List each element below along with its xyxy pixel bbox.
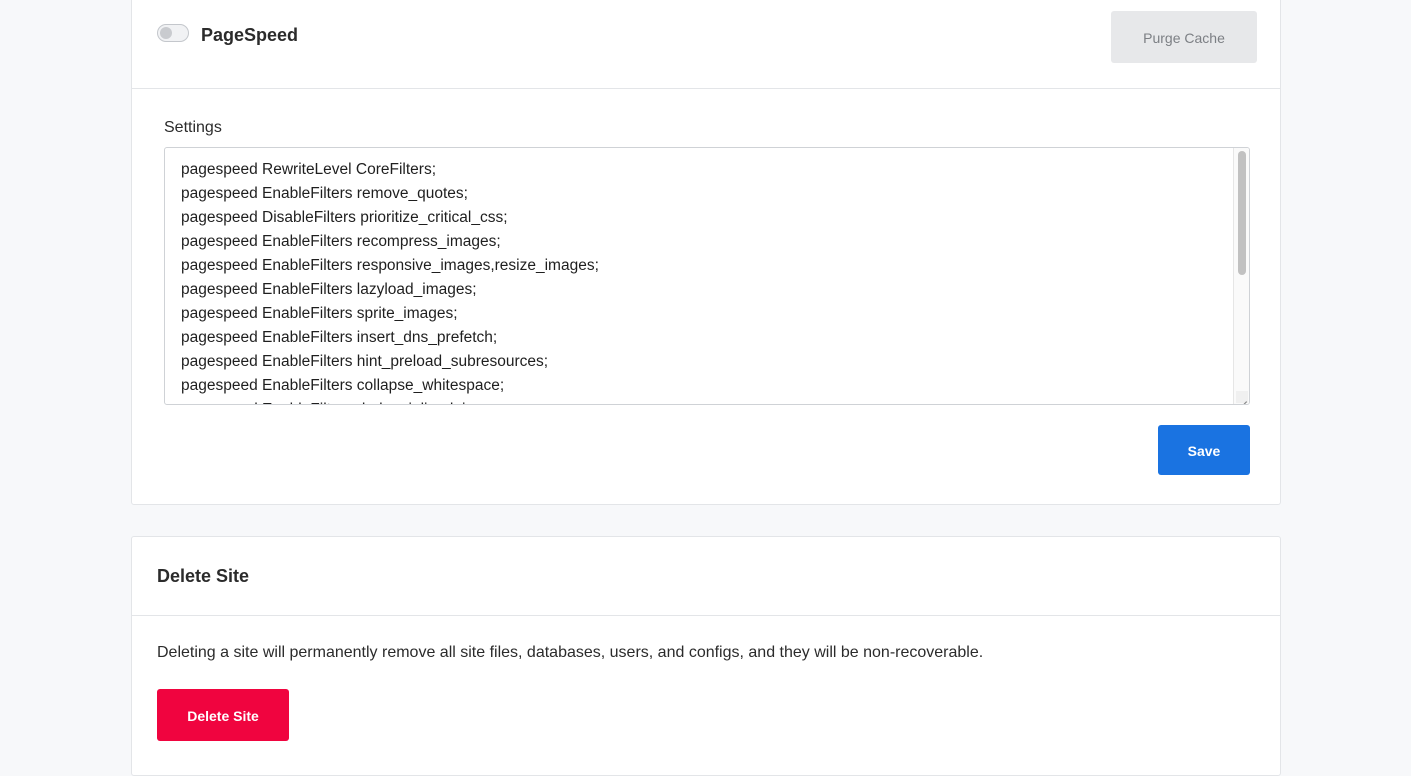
- delete-site-title: Delete Site: [157, 566, 250, 586]
- scrollbar-thumb[interactable]: [1238, 151, 1246, 275]
- settings-line: pagespeed EnableFilters sprite_images;: [181, 305, 458, 322]
- settings-line: pagespeed EnableFilters insert_dns_prefe…: [181, 329, 498, 346]
- resize-grip-icon[interactable]: [1236, 391, 1248, 403]
- settings-line: pagespeed EnableFilters recompress_image…: [181, 233, 501, 250]
- settings-textarea[interactable]: pagespeed RewriteLevel CoreFilters; pages…: [164, 147, 1250, 405]
- pagespeed-title: PageSpeed: [201, 25, 299, 45]
- settings-line: pagespeed EnableFilters responsive_image…: [181, 257, 599, 274]
- delete-site-card-header: Delete Site: [132, 537, 1280, 616]
- settings-line: pagespeed RewriteLevel CoreFilters;: [181, 161, 437, 178]
- purge-cache-button[interactable]: Purge Cache: [1111, 11, 1257, 63]
- textarea-scrollbar[interactable]: [1233, 148, 1249, 404]
- settings-text: pagespeed RewriteLevel CoreFilters; pages…: [181, 158, 1229, 404]
- settings-line: pagespeed EnableFilters dedup_inlined_im…: [181, 398, 1229, 404]
- pagespeed-card-header: PageSpeed Purge Cache: [132, 0, 1280, 89]
- settings-line: pagespeed EnableFilters collapse_whitesp…: [181, 377, 505, 394]
- pagespeed-toggle[interactable]: [157, 24, 189, 42]
- delete-site-card: Delete Site Deleting a site will permane…: [131, 536, 1281, 776]
- pagespeed-card: PageSpeed Purge Cache Settings pagespeed…: [131, 0, 1281, 505]
- delete-site-description: Deleting a site will permanently remove …: [157, 644, 984, 661]
- settings-label: Settings: [164, 119, 222, 136]
- settings-line: pagespeed EnableFilters lazyload_images;: [181, 281, 477, 298]
- save-button[interactable]: Save: [1158, 425, 1250, 475]
- settings-line: pagespeed DisableFilters prioritize_crit…: [181, 209, 508, 226]
- settings-line: pagespeed EnableFilters hint_preload_sub…: [181, 353, 549, 370]
- settings-line: pagespeed EnableFilters remove_quotes;: [181, 185, 468, 202]
- delete-site-button[interactable]: Delete Site: [157, 689, 289, 741]
- toggle-knob: [160, 27, 172, 39]
